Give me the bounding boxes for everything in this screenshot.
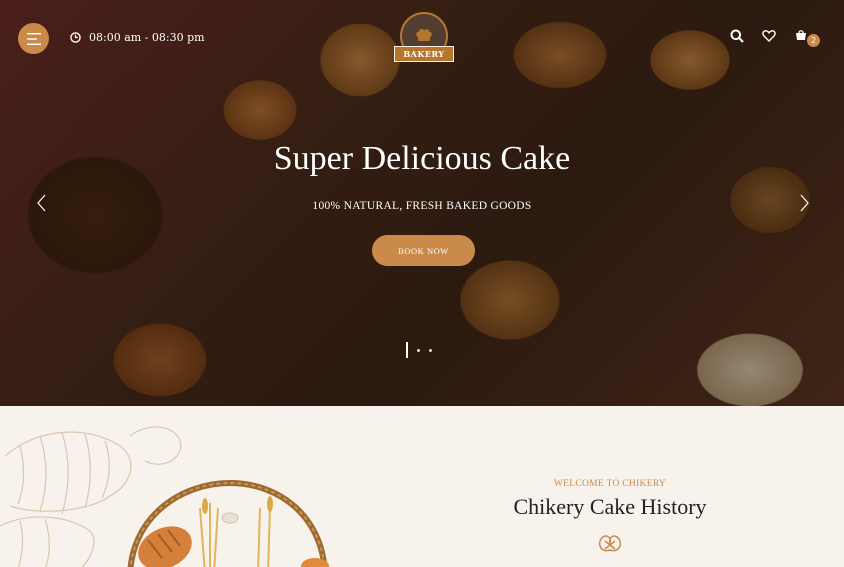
slider-pagination bbox=[406, 342, 432, 358]
section-eyebrow: WELCOME TO CHIKERY bbox=[553, 479, 667, 489]
cart-count-badge: 2 bbox=[807, 34, 820, 47]
search-icon bbox=[730, 29, 744, 43]
slider-dot-1[interactable] bbox=[406, 342, 408, 358]
slider-dot-2[interactable] bbox=[417, 348, 420, 352]
heart-icon bbox=[762, 30, 776, 42]
bread-basket-illustration bbox=[127, 479, 329, 567]
cart-button[interactable]: 2 bbox=[794, 28, 820, 47]
hero-title: Super Delicious Cake bbox=[273, 140, 571, 177]
site-logo[interactable]: BAKERY bbox=[388, 12, 460, 64]
pretzel-icon bbox=[598, 535, 622, 552]
opening-hours: 08:00 am - 08:30 pm bbox=[70, 31, 205, 44]
chef-hat-icon bbox=[416, 28, 432, 41]
header-actions: 2 bbox=[730, 28, 820, 47]
hero-slider: 08:00 am - 08:30 pm BAKERY 2 Super Delic… bbox=[0, 0, 844, 406]
hamburger-icon bbox=[26, 32, 41, 45]
slider-dot-3[interactable] bbox=[429, 348, 432, 352]
wishlist-button[interactable] bbox=[762, 28, 778, 44]
hero-subtitle: 100% NATURAL, FRESH BAKED GOODS bbox=[312, 200, 532, 212]
section-title: Chikery Cake History bbox=[513, 494, 707, 519]
about-section: WELCOME TO CHIKERY Chikery Cake History bbox=[0, 406, 844, 567]
hero-content: 08:00 am - 08:30 pm BAKERY 2 Super Delic… bbox=[0, 0, 844, 406]
clock-icon bbox=[70, 32, 81, 43]
search-button[interactable] bbox=[730, 28, 746, 44]
cart-icon bbox=[796, 30, 806, 40]
menu-button[interactable] bbox=[18, 23, 49, 54]
logo-text: BAKERY bbox=[394, 46, 454, 62]
hours-text: 08:00 am - 08:30 pm bbox=[89, 31, 205, 44]
book-now-button[interactable]: BOOK NOW bbox=[372, 235, 475, 266]
